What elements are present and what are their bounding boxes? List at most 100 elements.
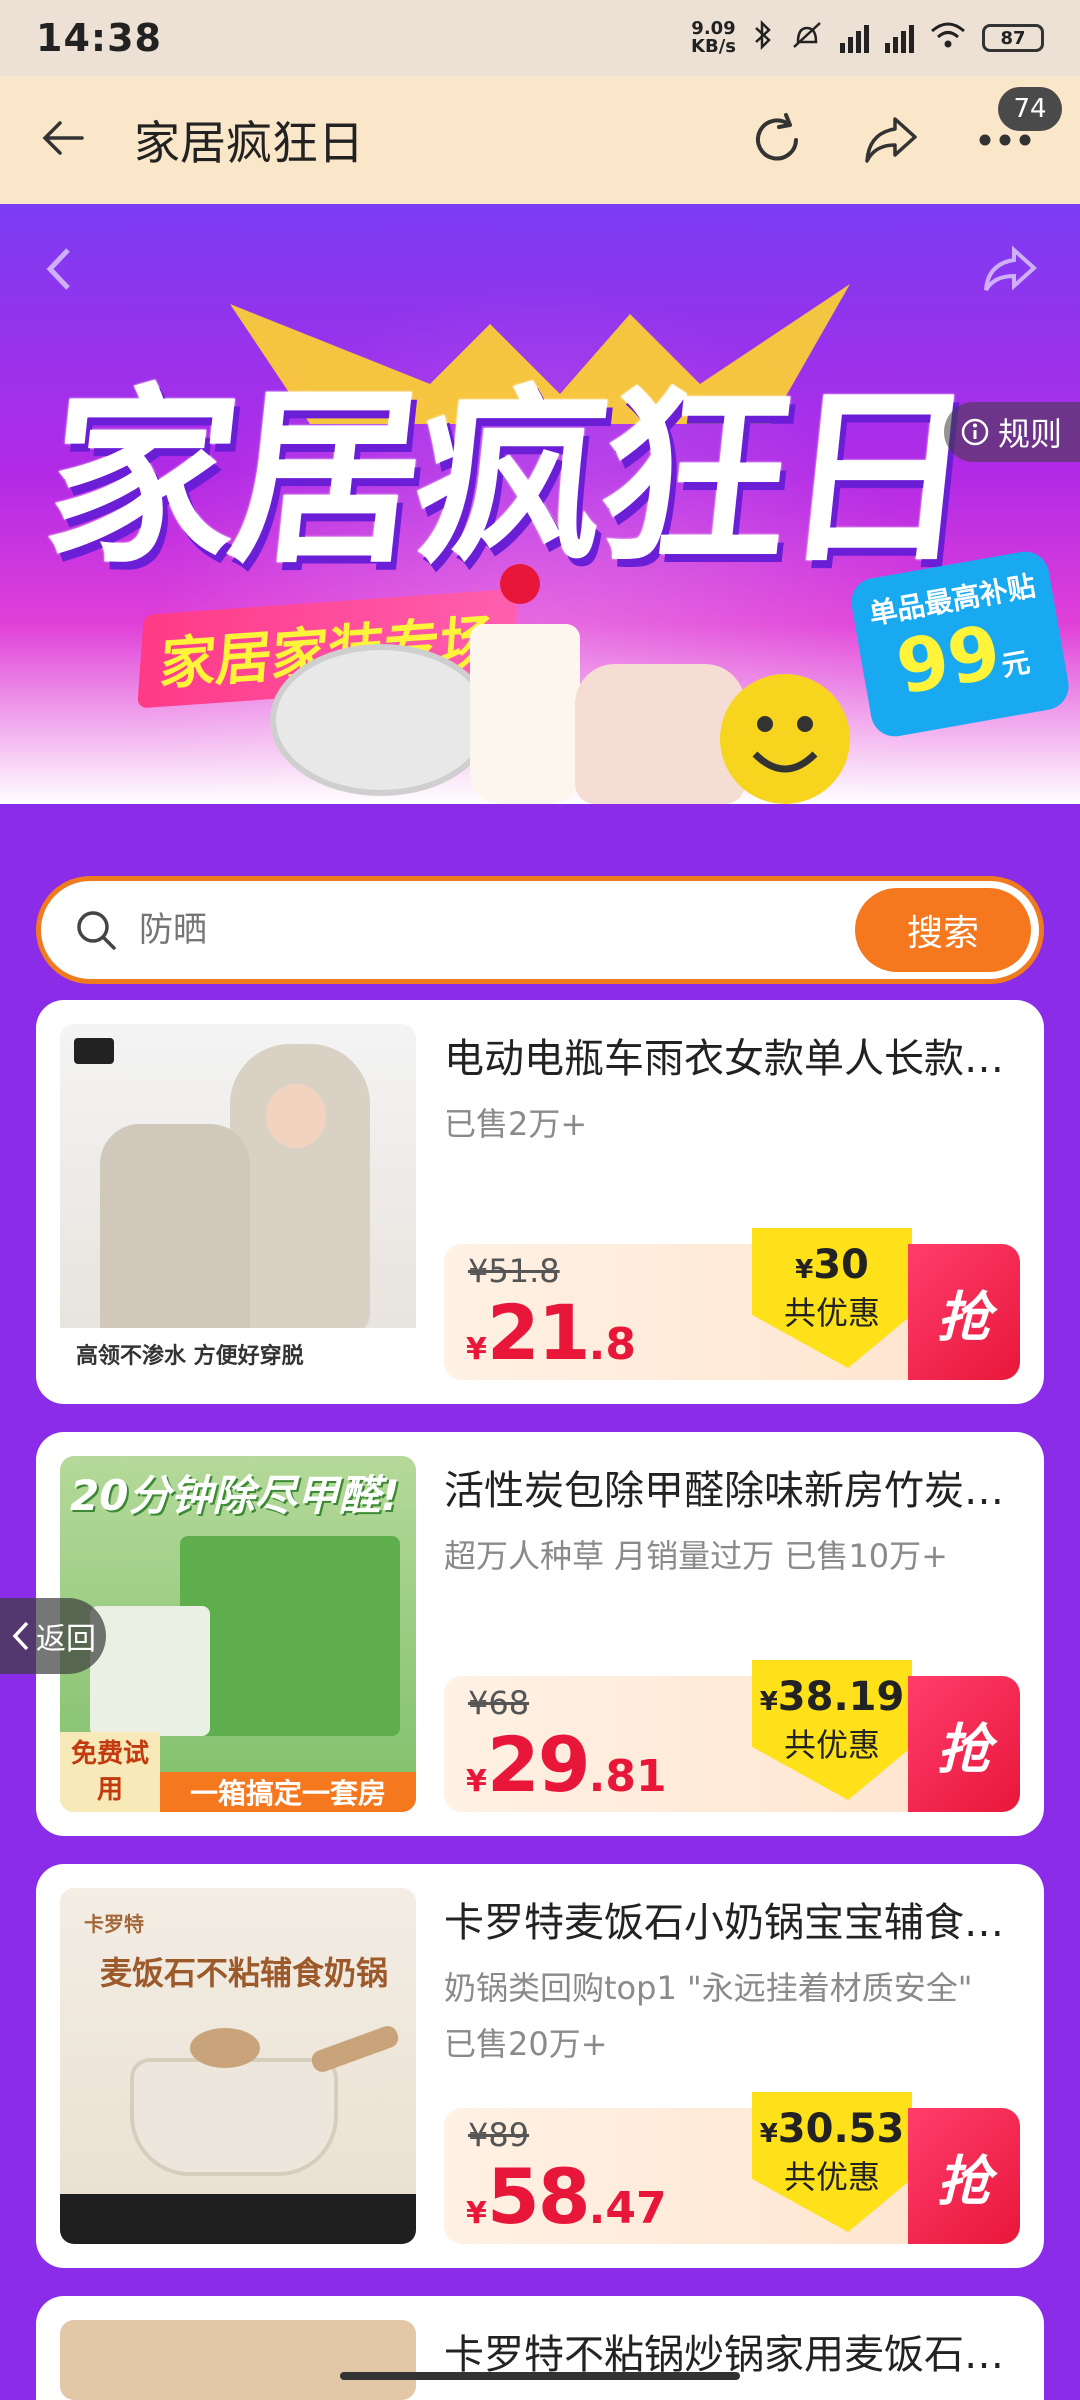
raincoat-figure-2: [100, 1124, 250, 1344]
banner-share-icon: [984, 245, 1037, 292]
sale-price: ¥58.47: [466, 2152, 667, 2241]
battery-level: 87: [1000, 27, 1026, 49]
free-trial-tag: 免费试用: [60, 1732, 160, 1812]
product-title: 活性炭包除甲醛除味新房竹炭…: [444, 1468, 1004, 1514]
brand-logo: [74, 1038, 114, 1064]
nav-bar: 家居疯狂日 74: [0, 76, 1080, 204]
product-image[interactable]: 20分钟除尽甲醛! 免费试用 一箱搞定一套房: [60, 1456, 416, 1812]
pan-illustration: [270, 644, 492, 796]
bow-illustration: [500, 564, 540, 604]
model-face: [266, 1084, 326, 1148]
more-dots-icon: [979, 134, 1031, 146]
milk-pot-illustration: [130, 2058, 338, 2176]
signal-icon-2: [885, 23, 914, 53]
discount-amount: 30.53: [777, 2106, 905, 2152]
product-card[interactable]: 高领不渗水 方便好穿脱 电动电瓶车雨衣女款单人长款… 已售2万+ ¥51.8 ¥…: [36, 1000, 1044, 1404]
grab-button[interactable]: 抢: [908, 1676, 1020, 1812]
discount-amount: 30: [813, 1242, 869, 1288]
subsidy-amount: 99: [890, 608, 1007, 712]
price-integer: 21: [486, 1288, 591, 1377]
pot-handle: [308, 2023, 402, 2075]
product-meta: 奶锅类回购top1 "永远挂着材质安全" 已售20万+: [444, 1969, 973, 2063]
net-speed: 9.09 KB/s: [691, 20, 736, 56]
home-indicator[interactable]: [340, 2372, 740, 2380]
battery-icon: 87: [982, 24, 1044, 52]
grab-button[interactable]: 抢: [908, 2108, 1020, 2244]
image-price-strip: [60, 2194, 416, 2244]
price-currency: ¥: [466, 1332, 487, 1367]
product-card[interactable]: 卡罗特 麦饭石不粘辅食奶锅 卡罗特麦饭石小奶锅宝宝辅食… 奶锅类回购top1 "…: [36, 1864, 1044, 2268]
discount-label: 共优惠: [783, 1726, 880, 1764]
product-image[interactable]: [60, 2320, 416, 2400]
price-currency: ¥: [466, 1764, 487, 1799]
status-time: 14:38: [36, 16, 162, 60]
product-meta: 已售2万+: [444, 1105, 588, 1143]
floating-back-label: 返回: [36, 1622, 96, 1657]
discount-amount: 38.19: [777, 1674, 905, 1720]
original-price: ¥51.8: [468, 1252, 560, 1290]
image-caption: 一箱搞定一套房: [160, 1772, 416, 1812]
price-decimal: .8: [588, 1319, 636, 1370]
net-speed-unit: KB/s: [691, 36, 736, 57]
search-button[interactable]: 搜索: [855, 888, 1031, 972]
product-card[interactable]: 20分钟除尽甲醛! 免费试用 一箱搞定一套房 活性炭包除甲醛除味新房竹炭… 超万…: [36, 1432, 1044, 1836]
image-headline: 麦饭石不粘辅食奶锅: [100, 1954, 389, 1992]
image-caption: 高领不渗水 方便好穿脱: [60, 1328, 416, 1380]
floating-back-button[interactable]: 返回: [0, 1598, 106, 1674]
price-decimal: .47: [588, 2183, 667, 2234]
bluetooth-icon: [752, 19, 774, 56]
signal-icon: [840, 23, 869, 53]
sale-price: ¥29.81: [466, 1720, 667, 1809]
product-title: 卡罗特麦饭石小奶锅宝宝辅食…: [444, 1900, 1004, 1946]
more-menu-button[interactable]: 74: [970, 87, 1062, 175]
price-integer: 29: [486, 1720, 591, 1809]
back-arrow-icon[interactable]: [40, 118, 86, 162]
share-icon[interactable]: [856, 105, 926, 175]
search-bar: 搜索: [36, 876, 1044, 984]
rules-button[interactable]: 规则: [943, 402, 1080, 462]
subsidy-unit: 元: [999, 645, 1033, 683]
smiley-illustration: [720, 674, 850, 804]
search-input[interactable]: [137, 909, 855, 951]
search-icon: [77, 911, 116, 950]
price-area: ¥68 ¥29.81 ¥38.19 共优惠 抢: [444, 1660, 1020, 1812]
cup-illustration: [470, 624, 580, 804]
banner-title: 家居疯狂日: [36, 368, 980, 589]
discount-label: 共优惠: [783, 1294, 880, 1332]
discount-tag: ¥38.19 共优惠: [752, 1660, 912, 1800]
sale-price: ¥21.8: [466, 1288, 636, 1377]
product-meta: 超万人种草 月销量过万 已售10万+: [444, 1537, 948, 1575]
image-headline: 20分钟除尽甲醛!: [70, 1471, 400, 1520]
discount-tag: ¥30 共优惠: [752, 1228, 912, 1368]
status-icons: 9.09 KB/s 87: [691, 20, 1044, 56]
bag-illustration: [90, 1606, 210, 1736]
promo-banner: 家居疯狂日 家居家装专场 规则 单品最高补贴 99元: [0, 204, 1080, 804]
price-area: ¥51.8 ¥21.8 ¥30 共优惠 抢: [444, 1228, 1020, 1380]
product-image[interactable]: 卡罗特 麦饭石不粘辅食奶锅: [60, 1888, 416, 2244]
refresh-icon[interactable]: [742, 105, 812, 175]
subsidy-badge: 单品最高补贴 99元: [847, 547, 1073, 741]
price-area: ¥89 ¥58.47 ¥30.53 共优惠 抢: [444, 2092, 1020, 2244]
notification-badge: 74: [998, 87, 1062, 131]
price-integer: 58: [486, 2152, 591, 2241]
banner-back-icon: [46, 248, 70, 290]
product-image[interactable]: 高领不渗水 方便好穿脱: [60, 1024, 416, 1380]
info-icon: [961, 418, 989, 446]
price-currency: ¥: [466, 2196, 487, 2231]
mute-icon: [790, 20, 824, 56]
box-illustration: [180, 1536, 400, 1736]
discount-label: 共优惠: [783, 2158, 880, 2196]
grab-button[interactable]: 抢: [908, 1244, 1020, 1380]
discount-tag: ¥30.53 共优惠: [752, 2092, 912, 2232]
rules-label: 规则: [997, 415, 1062, 453]
page-title: 家居疯狂日: [134, 116, 364, 170]
chevron-left-icon: [12, 1621, 29, 1651]
product-title: 电动电瓶车雨衣女款单人长款…: [444, 1036, 1004, 1082]
image-brand: 卡罗特: [84, 1912, 144, 1936]
wifi-icon: [930, 21, 966, 55]
price-decimal: .81: [588, 1751, 667, 1802]
original-price: ¥68: [468, 1684, 530, 1722]
pot-knob: [190, 2028, 260, 2068]
product-card[interactable]: 卡罗特不粘锅炒锅家用麦饭石…: [36, 2296, 1044, 2400]
status-bar: 14:38 9.09 KB/s 87: [0, 0, 1080, 76]
